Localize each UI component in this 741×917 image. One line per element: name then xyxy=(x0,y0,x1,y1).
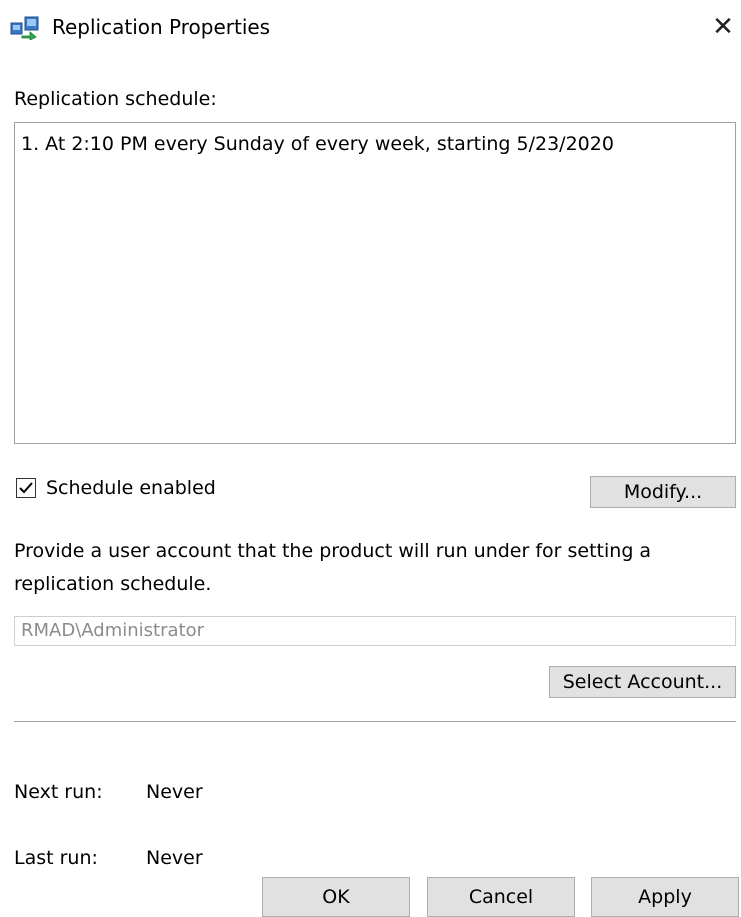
ok-button[interactable]: OK xyxy=(262,877,410,917)
account-description-line2: replication schedule. xyxy=(14,573,212,595)
replication-icon xyxy=(10,14,40,41)
list-item[interactable]: 1. At 2:10 PM every Sunday of every week… xyxy=(21,131,614,157)
schedule-list[interactable]: 1. At 2:10 PM every Sunday of every week… xyxy=(14,122,736,444)
modify-button[interactable]: Modify... xyxy=(590,476,736,508)
checkmark-icon xyxy=(19,482,33,494)
select-account-button[interactable]: Select Account... xyxy=(549,666,736,698)
schedule-enabled-checkbox[interactable] xyxy=(16,478,36,498)
account-field[interactable]: RMAD\Administrator xyxy=(14,616,736,646)
close-icon: ✕ xyxy=(712,12,734,42)
next-run-label: Next run: xyxy=(14,781,103,803)
apply-button[interactable]: Apply xyxy=(591,877,739,917)
close-button[interactable]: ✕ xyxy=(708,10,738,44)
next-run-value: Never xyxy=(146,781,203,803)
last-run-label: Last run: xyxy=(14,847,98,869)
schedule-enabled-label[interactable]: Schedule enabled xyxy=(46,475,216,501)
last-run-value: Never xyxy=(146,847,203,869)
account-description-line1: Provide a user account that the product … xyxy=(14,540,652,562)
replication-schedule-label: Replication schedule: xyxy=(14,88,217,110)
window-title: Replication Properties xyxy=(52,15,271,39)
cancel-button[interactable]: Cancel xyxy=(427,877,575,917)
divider xyxy=(14,721,736,722)
